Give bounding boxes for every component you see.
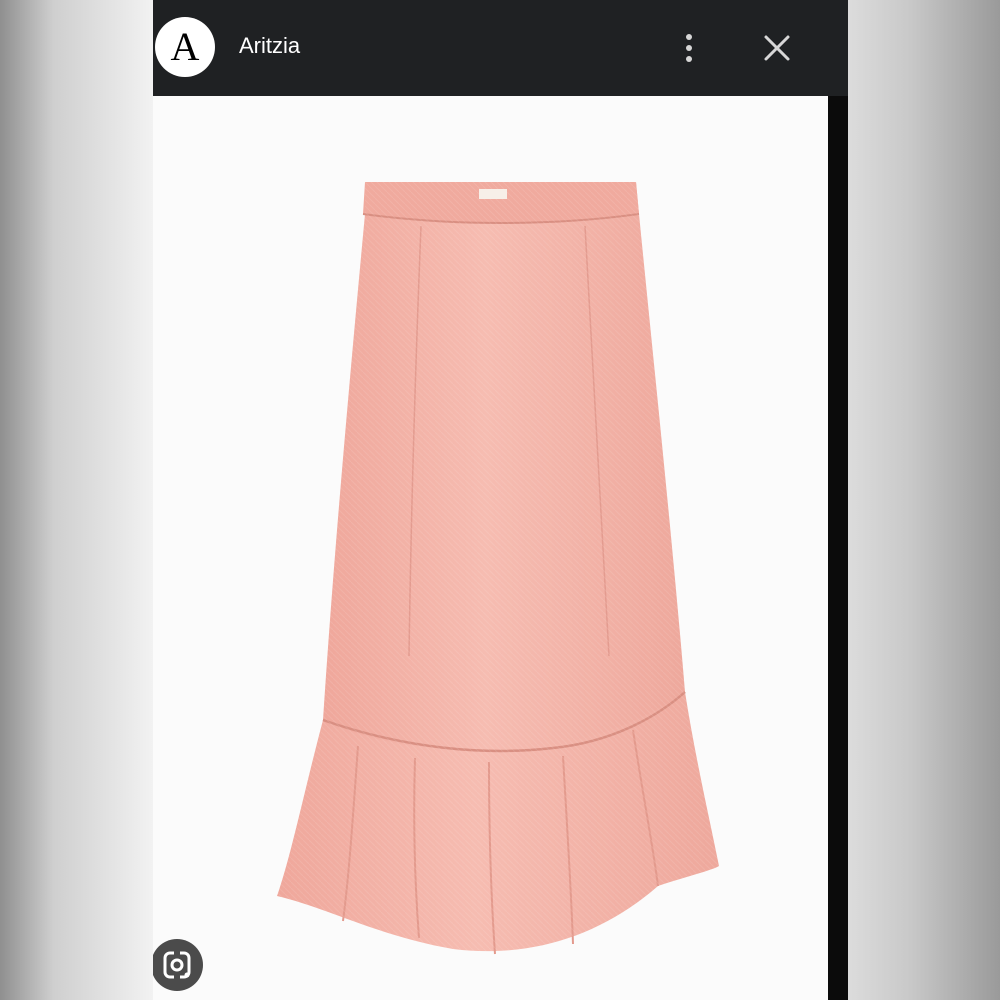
right-backdrop [848, 0, 1000, 1000]
more-options-button[interactable] [673, 28, 705, 68]
close-icon [764, 35, 790, 61]
close-button[interactable] [759, 30, 795, 66]
phone-screen: A Aritzia [153, 0, 848, 1000]
image-viewer [153, 96, 848, 1000]
brand-logo-letter: A [170, 24, 200, 69]
screen-edge [828, 96, 848, 1000]
lens-search-button[interactable] [153, 939, 203, 991]
brand-logo: A [155, 17, 215, 77]
left-backdrop [0, 0, 153, 1000]
app-title: Aritzia [239, 33, 301, 58]
skirt-product-image [153, 96, 828, 1000]
top-bar: A Aritzia [153, 0, 848, 96]
lens-search-icon [163, 950, 191, 980]
